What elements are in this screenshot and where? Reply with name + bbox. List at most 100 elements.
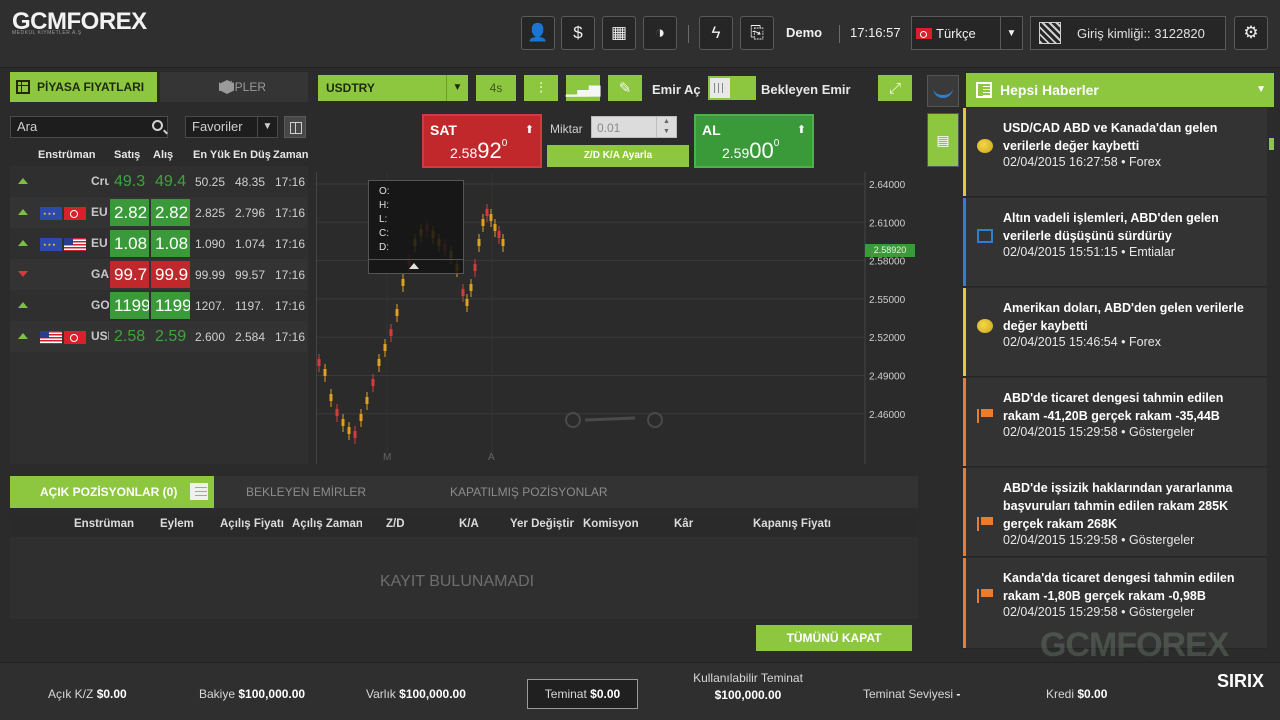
ohlc-open: O:	[379, 186, 390, 197]
chevron-down-icon[interactable]: ▼	[1256, 73, 1266, 107]
buy-price-cell[interactable]: 1199	[151, 292, 190, 319]
table-row[interactable]: EU1.081.081.0901.07417:16	[10, 228, 308, 259]
col-close-price[interactable]: Kapanış Fiyatı	[753, 518, 831, 530]
news-item[interactable]: ABD'de ticaret dengesi tahmin edilen rak…	[963, 378, 1267, 467]
col-open-price[interactable]: Açılış Fiyatı	[220, 518, 284, 530]
stepper-arrows-icon[interactable]: ▲ ▼	[656, 117, 676, 137]
search-input[interactable]: Ara	[10, 116, 168, 138]
zoom-slider[interactable]	[584, 416, 636, 422]
sell-price-cell[interactable]: 2.82	[110, 199, 149, 226]
zoom-out-icon[interactable]	[565, 412, 581, 428]
wings-button[interactable]	[927, 75, 959, 107]
news-scrollbar[interactable]	[1269, 138, 1274, 150]
chart-toolbar: USDTRY ▼ 4s ⫶ ▁▃▅ ✎ Emir Aç Bekleyen Emi…	[318, 75, 918, 103]
quote-time: 17:16	[275, 175, 306, 189]
col-sl[interactable]: Z/D	[386, 518, 405, 530]
sell-price-cell[interactable]: 2.58	[110, 323, 149, 350]
news-item[interactable]: USD/CAD ABD ve Kanada'dan gelen verilerl…	[963, 108, 1267, 197]
buy-price-cell[interactable]: 99.9	[151, 261, 190, 288]
col-sell[interactable]: Satış	[114, 149, 140, 161]
tab-label: AÇIK POZİSYONLAR (0)	[40, 485, 178, 499]
col-commission[interactable]: Komisyon	[583, 518, 639, 530]
positions-table-header: Enstrüman Eylem Açılış Fiyatı Açılış Zam…	[10, 514, 918, 536]
col-open-time[interactable]: Açılış Zamanı	[292, 518, 362, 530]
margin: Teminat $0.00	[527, 679, 638, 709]
col-instrument[interactable]: Enstrüman	[38, 149, 95, 161]
flag-tr-icon	[64, 331, 86, 344]
lightning-button[interactable]: ϟ	[699, 16, 733, 50]
tab-label: PİYASA FIYATLARI	[37, 80, 145, 94]
close-all-button[interactable]: TÜMÜNÜ KAPAT	[756, 625, 912, 651]
col-time[interactable]: Zaman	[273, 149, 308, 161]
tab-cubes[interactable]: KÜPLER	[160, 72, 308, 102]
col-swap[interactable]: Yer Değiştir	[510, 518, 580, 530]
table-row[interactable]: GA 99.7 99.9 99.99 99.57 17:16	[10, 259, 308, 290]
sell-price-cell[interactable]: 49.3	[110, 168, 149, 195]
newspaper-icon	[976, 82, 992, 98]
sell-price-cell[interactable]: 1199	[110, 292, 149, 319]
calendar-button[interactable]: ▦	[602, 16, 636, 50]
sell-price-cell[interactable]: 99.7	[110, 261, 149, 288]
new-document-button[interactable]: ⎘	[740, 16, 774, 50]
col-tp[interactable]: K/A	[459, 518, 479, 530]
table-row[interactable]: Cru 49.3 49.4 50.25 48.35 17:16	[10, 166, 308, 197]
col-profit[interactable]: Kâr	[674, 518, 693, 530]
table-row[interactable]: EU2.822.822.8252.79617:16	[10, 197, 308, 228]
news-item[interactable]: Amerikan doları, ABD'den gelen verilerle…	[963, 288, 1267, 377]
order-mode-toggle[interactable]	[708, 76, 756, 100]
search-icon[interactable]	[152, 120, 163, 131]
buy-price-cell[interactable]: 2.59	[151, 323, 190, 350]
sl-tp-button[interactable]: Z/D K/A Ayarla	[547, 145, 689, 167]
buy-price-cell[interactable]: 2.82	[151, 199, 190, 226]
col-instrument[interactable]: Enstrüman	[74, 518, 134, 530]
col-low[interactable]: En Düş	[233, 149, 271, 161]
symbol-select[interactable]: USDTRY ▼	[318, 75, 468, 101]
favorites-select[interactable]: Favoriler ▼	[185, 116, 278, 138]
indicators-button[interactable]: ⫶	[524, 75, 558, 101]
sell-price-cell[interactable]: 1.08	[110, 230, 149, 257]
settings-button[interactable]: ⚙	[1234, 16, 1268, 50]
buy-price-cell[interactable]: 49.4	[151, 168, 190, 195]
news-item[interactable]: Altın vadeli işlemleri, ABD'den gelen ve…	[963, 198, 1267, 287]
collapse-icon[interactable]	[369, 259, 463, 273]
table-row[interactable]: GO 1199 1199 1207. 1197. 17:16	[10, 290, 308, 321]
candle-body	[317, 359, 321, 366]
chart-type-button[interactable]: ▁▃▅	[566, 75, 600, 101]
news-panel-button[interactable]: ▤	[927, 113, 959, 167]
price-prefix: 2.59	[722, 145, 750, 161]
language-select[interactable]: Türkçe ▼	[911, 16, 1023, 50]
col-high[interactable]: En Yüks	[193, 149, 231, 161]
account-button[interactable]: 👤	[521, 16, 555, 50]
draw-button[interactable]: ✎	[608, 75, 642, 101]
quantity-stepper[interactable]: 0.01 ▲ ▼	[591, 116, 677, 138]
flag-icon	[977, 409, 993, 423]
y-tick-label: 2.61000	[869, 218, 906, 229]
candle-body	[347, 427, 351, 434]
flag-icon	[977, 589, 993, 603]
price-prefix: 2.58	[450, 145, 478, 161]
col-buy[interactable]: Alış	[153, 149, 173, 161]
news-header[interactable]: Hepsi Haberler ▼	[966, 73, 1274, 107]
news-meta: 02/04/2015 15:29:58 • Göstergeler	[1003, 533, 1195, 547]
theme-button[interactable]: ◑	[643, 16, 677, 50]
high-price: 1.090	[195, 237, 226, 251]
fullscreen-button[interactable]: ⤢	[878, 75, 912, 101]
low-price: 1.074	[235, 237, 266, 251]
timeframe-button[interactable]: 4s	[476, 75, 516, 101]
market-table: Cru49.349.450.2548.3517:16EU2.822.822.82…	[10, 166, 308, 464]
buy-button[interactable]: AL ⬆ 2.59000	[694, 114, 814, 168]
news-item[interactable]: ABD'de işsizik haklarından yararlanma ba…	[963, 468, 1267, 557]
view-toggle-button[interactable]	[284, 116, 306, 138]
buy-price-cell[interactable]: 1.08	[151, 230, 190, 257]
tab-closed-positions[interactable]: KAPATILMIŞ POZİSYONLAR	[450, 476, 608, 508]
news-list[interactable]: USD/CAD ABD ve Kanada'dan gelen verilerl…	[963, 108, 1267, 660]
sell-button[interactable]: SAT ⬆ 2.58920	[422, 114, 542, 168]
candle-body	[389, 329, 393, 336]
tab-open-positions[interactable]: AÇIK POZİSYONLAR (0)	[10, 476, 214, 508]
zoom-in-icon[interactable]	[647, 412, 663, 428]
col-action[interactable]: Eylem	[160, 518, 194, 530]
tab-pending-orders[interactable]: BEKLEYEN EMİRLER	[246, 476, 366, 508]
table-row[interactable]: USI2.582.59 2.600 2.584 17:16	[10, 321, 308, 352]
tab-market-prices[interactable]: PİYASA FIYATLARI	[10, 72, 157, 102]
deposit-button[interactable]: $	[561, 16, 595, 50]
